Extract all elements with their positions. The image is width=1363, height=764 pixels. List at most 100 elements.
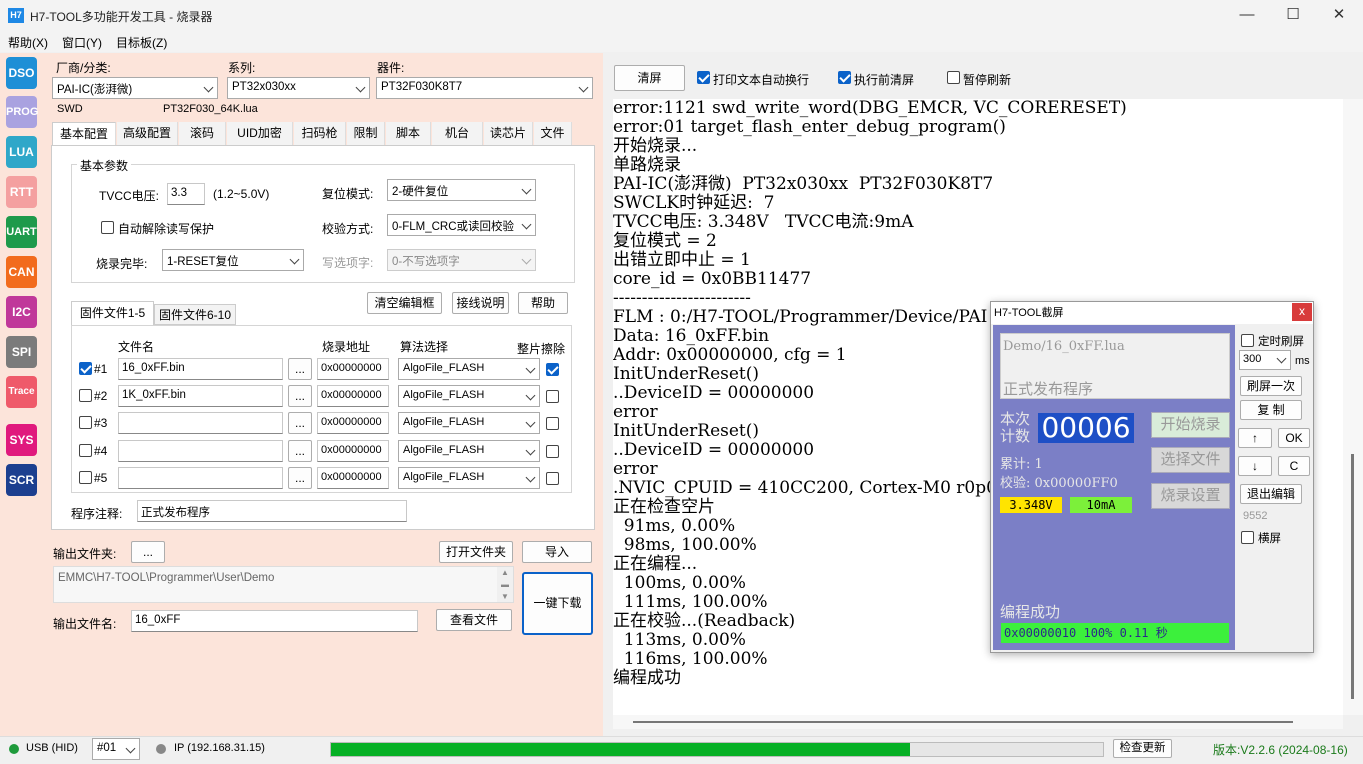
- tab-4[interactable]: 扫码枪: [294, 122, 346, 145]
- help-button[interactable]: 帮助: [518, 292, 568, 314]
- file-row-4-browse-button[interactable]: ...: [288, 440, 312, 462]
- port-select[interactable]: #01: [92, 738, 140, 760]
- minimize-button[interactable]: —: [1237, 6, 1257, 26]
- open-folder-button[interactable]: 打开文件夹: [439, 541, 513, 563]
- module-dso-icon[interactable]: DSO: [6, 57, 37, 89]
- module-prog-icon[interactable]: PROG: [6, 96, 38, 128]
- file-row-3-filename[interactable]: [118, 412, 283, 434]
- after-select[interactable]: 1-RESET复位: [162, 249, 304, 271]
- file-row-5-erase-checkbox[interactable]: [546, 472, 559, 485]
- file-row-1-algorithm-select[interactable]: AlgoFile_FLASH: [398, 358, 540, 380]
- wiring-help-button[interactable]: 接线说明: [452, 292, 509, 314]
- file-row-1-browse-button[interactable]: ...: [288, 358, 312, 380]
- tab-7[interactable]: 机台: [432, 122, 483, 145]
- menu-help[interactable]: 帮助(X): [8, 34, 48, 51]
- device-select[interactable]: PT32F030K8T7: [376, 77, 593, 99]
- tab-5[interactable]: 限制: [347, 122, 385, 145]
- file-row-5-filename[interactable]: [118, 467, 283, 489]
- module-lua-icon[interactable]: LUA: [6, 136, 37, 168]
- output-name-input[interactable]: 16_0xFF: [131, 610, 418, 632]
- module-spi-icon[interactable]: SPI: [6, 336, 37, 368]
- module-i2c-icon[interactable]: I2C: [6, 296, 37, 328]
- screen-settings-button[interactable]: 烧录设置: [1151, 483, 1230, 509]
- tab-6[interactable]: 脚本: [386, 122, 431, 145]
- menu-window[interactable]: 窗口(Y): [62, 34, 102, 51]
- file-row-5-enable-checkbox[interactable]: [79, 471, 92, 484]
- view-file-button[interactable]: 查看文件: [436, 609, 512, 631]
- output-path-field[interactable]: EMMC\H7-TOOL\Programmer\User\Demo: [53, 566, 514, 603]
- interval-select[interactable]: 300: [1239, 350, 1291, 370]
- screen-start-button[interactable]: 开始烧录: [1151, 412, 1230, 438]
- module-trace-icon[interactable]: Trace: [6, 376, 37, 408]
- file-row-5-address[interactable]: 0x00000000: [317, 467, 389, 489]
- ok-button[interactable]: OK: [1278, 428, 1310, 448]
- module-scr-icon[interactable]: SCR: [6, 464, 37, 496]
- tab-files-1-5[interactable]: 固件文件1-5: [71, 301, 154, 325]
- output-folder-browse[interactable]: ...: [131, 541, 165, 563]
- pause-refresh-checkbox[interactable]: [947, 71, 960, 84]
- copy-button[interactable]: 复 制: [1240, 400, 1302, 420]
- file-row-3-algorithm-select[interactable]: AlgoFile_FLASH: [398, 412, 540, 434]
- file-row-5-algorithm-select[interactable]: AlgoFile_FLASH: [398, 467, 540, 489]
- up-button[interactable]: ↑: [1238, 428, 1272, 448]
- file-row-4-filename[interactable]: [118, 440, 283, 462]
- timer-refresh-checkbox[interactable]: [1241, 334, 1254, 347]
- file-row-4-enable-checkbox[interactable]: [79, 444, 92, 457]
- c-button[interactable]: C: [1278, 456, 1310, 476]
- tab-8[interactable]: 读芯片: [484, 122, 533, 145]
- close-button[interactable]: ✕: [1329, 6, 1349, 26]
- one-click-download-button[interactable]: 一键下载: [522, 572, 593, 635]
- file-row-1-address[interactable]: 0x00000000: [317, 358, 389, 380]
- menu-target[interactable]: 目标板(Z): [116, 34, 167, 51]
- import-button[interactable]: 导入: [522, 541, 592, 563]
- verify-select[interactable]: 0-FLM_CRC或读回校验: [387, 214, 536, 236]
- vendor-select[interactable]: PAI-IC(澎湃微): [52, 77, 218, 99]
- file-row-1-erase-checkbox[interactable]: [546, 363, 559, 376]
- tvcc-input[interactable]: 3.3: [167, 183, 205, 205]
- clear-screen-button[interactable]: 清屏: [614, 65, 685, 91]
- check-update-button[interactable]: 检查更新: [1113, 739, 1172, 758]
- series-select[interactable]: PT32x030xx: [227, 77, 370, 99]
- tab-2[interactable]: 滚码: [179, 122, 226, 145]
- note-input[interactable]: 正式发布程序: [137, 500, 407, 522]
- module-can-icon[interactable]: CAN: [6, 256, 37, 288]
- file-row-2-enable-checkbox[interactable]: [79, 389, 92, 402]
- file-row-2-browse-button[interactable]: ...: [288, 385, 312, 407]
- file-row-2-filename[interactable]: 1K_0xFF.bin: [118, 385, 283, 407]
- file-row-2-algorithm-select[interactable]: AlgoFile_FLASH: [398, 385, 540, 407]
- screen-select-file-button[interactable]: 选择文件: [1151, 447, 1230, 473]
- maximize-button[interactable]: ☐: [1283, 6, 1303, 26]
- hscroll-thumb[interactable]: [633, 721, 1293, 723]
- clear-before-checkbox[interactable]: [838, 71, 851, 84]
- tab-files-6-10[interactable]: 固件文件6-10: [154, 304, 236, 325]
- clear-edit-button[interactable]: 清空编辑框: [367, 292, 442, 314]
- module-uart-icon[interactable]: UART: [6, 216, 37, 248]
- tab-0[interactable]: 基本配置: [52, 122, 116, 145]
- file-row-1-enable-checkbox[interactable]: [79, 362, 92, 375]
- tab-3[interactable]: UID加密: [227, 122, 293, 145]
- exit-edit-button[interactable]: 退出编辑: [1240, 484, 1302, 504]
- file-row-4-erase-checkbox[interactable]: [546, 445, 559, 458]
- file-row-2-erase-checkbox[interactable]: [546, 390, 559, 403]
- vscroll-thumb[interactable]: [1351, 454, 1354, 699]
- file-row-3-erase-checkbox[interactable]: [546, 417, 559, 430]
- log-horizontal-scrollbar[interactable]: [613, 715, 1343, 729]
- file-row-3-browse-button[interactable]: ...: [288, 412, 312, 434]
- file-row-4-algorithm-select[interactable]: AlgoFile_FLASH: [398, 440, 540, 462]
- tab-9[interactable]: 文件: [534, 122, 572, 145]
- file-row-1-filename[interactable]: 16_0xFF.bin: [118, 358, 283, 380]
- tab-1[interactable]: 高级配置: [117, 122, 178, 145]
- capture-close-button[interactable]: x: [1292, 303, 1312, 321]
- log-vertical-scrollbar[interactable]: [1343, 99, 1363, 715]
- refresh-once-button[interactable]: 刷屏一次: [1240, 376, 1302, 396]
- landscape-checkbox[interactable]: [1241, 531, 1254, 544]
- auto-wrap-checkbox[interactable]: [697, 71, 710, 84]
- auto-unlock-checkbox[interactable]: [101, 221, 114, 234]
- file-row-2-address[interactable]: 0x00000000: [317, 385, 389, 407]
- file-row-4-address[interactable]: 0x00000000: [317, 440, 389, 462]
- module-sys-icon[interactable]: SYS: [6, 424, 37, 456]
- module-rtt-icon[interactable]: RTT: [6, 176, 37, 208]
- reset-mode-select[interactable]: 2-硬件复位: [387, 179, 536, 201]
- file-row-5-browse-button[interactable]: ...: [288, 467, 312, 489]
- file-row-3-address[interactable]: 0x00000000: [317, 412, 389, 434]
